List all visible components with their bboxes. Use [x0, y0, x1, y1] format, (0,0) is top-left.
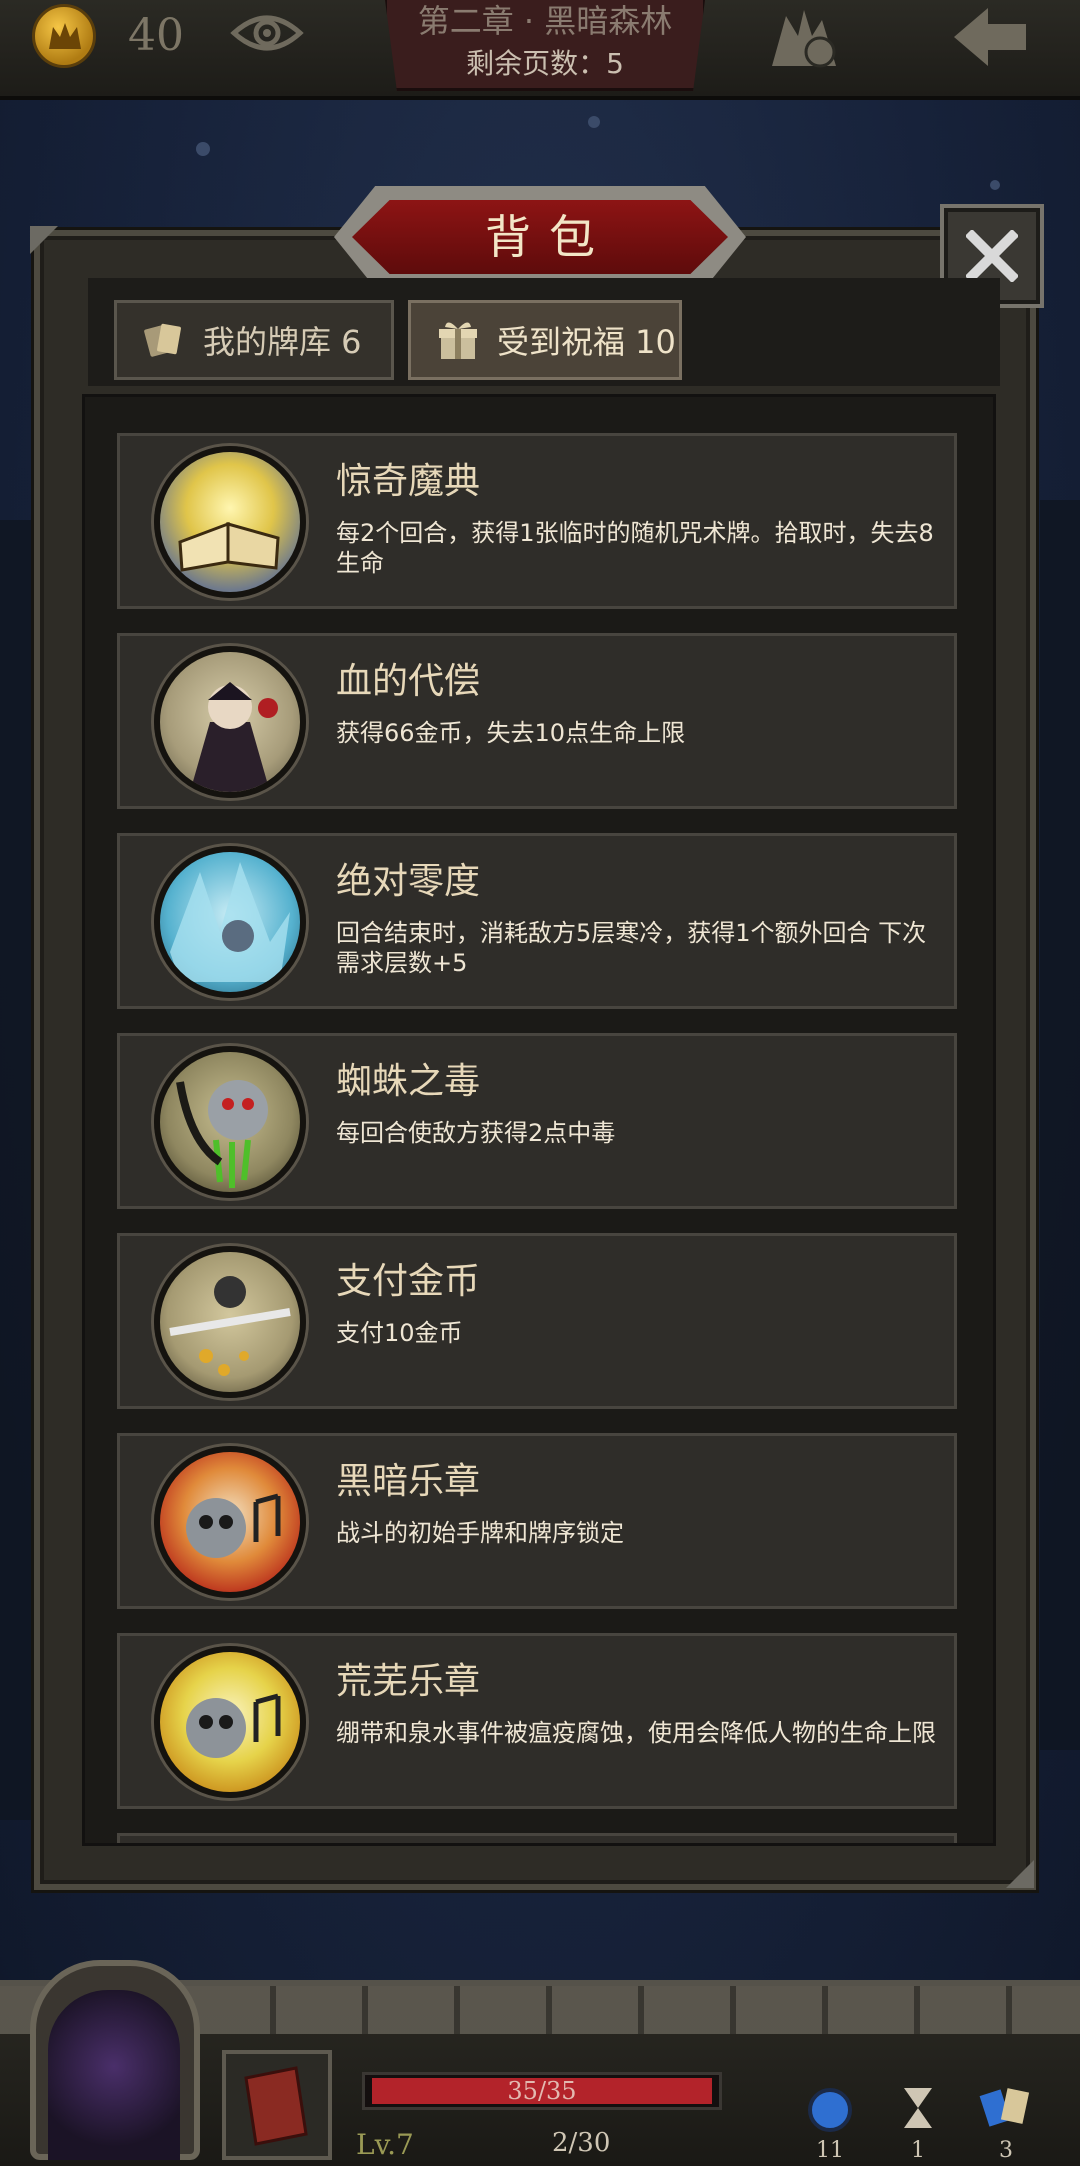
list-item[interactable]: 支付金币 支付10金币 [117, 1233, 957, 1409]
card-fan-icon [979, 2088, 1030, 2127]
item-description: 绷带和泉水事件被瘟疫腐蚀，使用会降低人物的生命上限 [336, 1719, 936, 1747]
top-bar: 40 第二章 · 黑暗森林 剩余页数：5 [0, 0, 1080, 100]
item-description: 获得66金币，失去10点生命上限 [336, 719, 686, 747]
chapter-title: 第二章 · 黑暗森林 [417, 2, 673, 40]
list-item[interactable]: 惊奇魔典 每2个回合，获得1张临时的随机咒术牌。拾取时，失去8生命 [117, 433, 957, 609]
list-item-partial[interactable] [117, 1833, 957, 1843]
barren-music-skull-icon [154, 1646, 306, 1798]
orb-count: 11 [816, 2138, 844, 2163]
resource-orb[interactable]: 11 [800, 2082, 860, 2163]
pumpkin-map-icon[interactable] [764, 6, 844, 80]
ice-crystal-icon [154, 846, 306, 998]
gift-icon [439, 322, 477, 359]
cards-count: 3 [999, 2138, 1013, 2163]
blessing-list[interactable]: 惊奇魔典 每2个回合，获得1张临时的随机咒术牌。拾取时，失去8生命 血的代偿 获… [82, 394, 996, 1846]
close-icon [966, 230, 1018, 282]
background-speck [196, 142, 210, 156]
item-name: 血的代偿 [336, 661, 481, 702]
tab-my-deck[interactable]: 我的牌库 6 [114, 300, 394, 380]
list-item[interactable]: 黑暗乐章 战斗的初始手牌和牌序锁定 [117, 1433, 957, 1609]
list-item[interactable]: 绝对零度 回合结束时，消耗敌方5层寒冷，获得1个额外回合 下次需求层数+5 [117, 833, 957, 1009]
item-description: 战斗的初始手牌和牌序锁定 [336, 1519, 624, 1547]
hp-text: 35/35 [507, 2077, 577, 2105]
list-item[interactable]: 荒芜乐章 绷带和泉水事件被瘟疫腐蚀，使用会降低人物的生命上限 [117, 1633, 957, 1809]
character-avatar [48, 1990, 180, 2160]
xp-text: 2/30 [552, 2128, 611, 2158]
item-name: 绝对零度 [336, 861, 481, 902]
item-name: 荒芜乐章 [336, 1661, 481, 1702]
item-name: 黑暗乐章 [336, 1461, 481, 1502]
hourglass-icon [904, 2088, 932, 2128]
level-text: Lv.7 [356, 2128, 414, 2161]
item-name: 支付金币 [336, 1261, 481, 1302]
back-arrow-icon[interactable] [950, 4, 1030, 74]
orb-icon [808, 2088, 852, 2132]
item-description: 每回合使敌方获得2点中毒 [336, 1119, 616, 1147]
cards-icon [144, 323, 181, 357]
panel-title: 背包 [485, 210, 613, 264]
item-description: 回合结束时，消耗敌方5层寒冷，获得1个额外回合 下次需求层数+5 [336, 919, 927, 977]
item-name: 惊奇魔典 [336, 461, 481, 502]
background-speck [990, 180, 1000, 190]
item-description: 每2个回合，获得1张临时的随机咒术牌。拾取时，失去8生命 [336, 519, 934, 577]
tab-label: 我的牌库 6 [203, 323, 362, 361]
item-description: 支付10金币 [336, 1319, 463, 1347]
coin-payment-icon [154, 1246, 306, 1398]
magic-book-icon [154, 446, 306, 598]
eye-icon[interactable] [230, 8, 304, 62]
vampire-icon [154, 646, 306, 798]
chapter-banner: 第二章 · 黑暗森林 剩余页数：5 [384, 0, 706, 91]
spellbook-icon[interactable] [222, 2050, 332, 2160]
hourglass-count: 1 [911, 2138, 925, 2163]
forest-silhouette-right [1040, 500, 1080, 1750]
background-speck [588, 116, 600, 128]
pages-remaining: 剩余页数：5 [466, 47, 624, 80]
list-item[interactable]: 蜘蛛之毒 每回合使敌方获得2点中毒 [117, 1033, 957, 1209]
item-name: 蜘蛛之毒 [336, 1061, 481, 1102]
gold-count: 40 [128, 10, 184, 61]
tab-blessings[interactable]: 受到祝福 10 [408, 300, 682, 380]
list-item[interactable]: 血的代偿 获得66金币，失去10点生命上限 [117, 633, 957, 809]
gold-coin-icon [32, 4, 96, 68]
resource-hourglass[interactable]: 1 [888, 2082, 948, 2163]
dark-music-skull-icon [154, 1446, 306, 1598]
tab-label: 受到祝福 10 [497, 323, 676, 361]
resource-cards[interactable]: 3 [976, 2082, 1036, 2163]
spider-icon [154, 1046, 306, 1198]
